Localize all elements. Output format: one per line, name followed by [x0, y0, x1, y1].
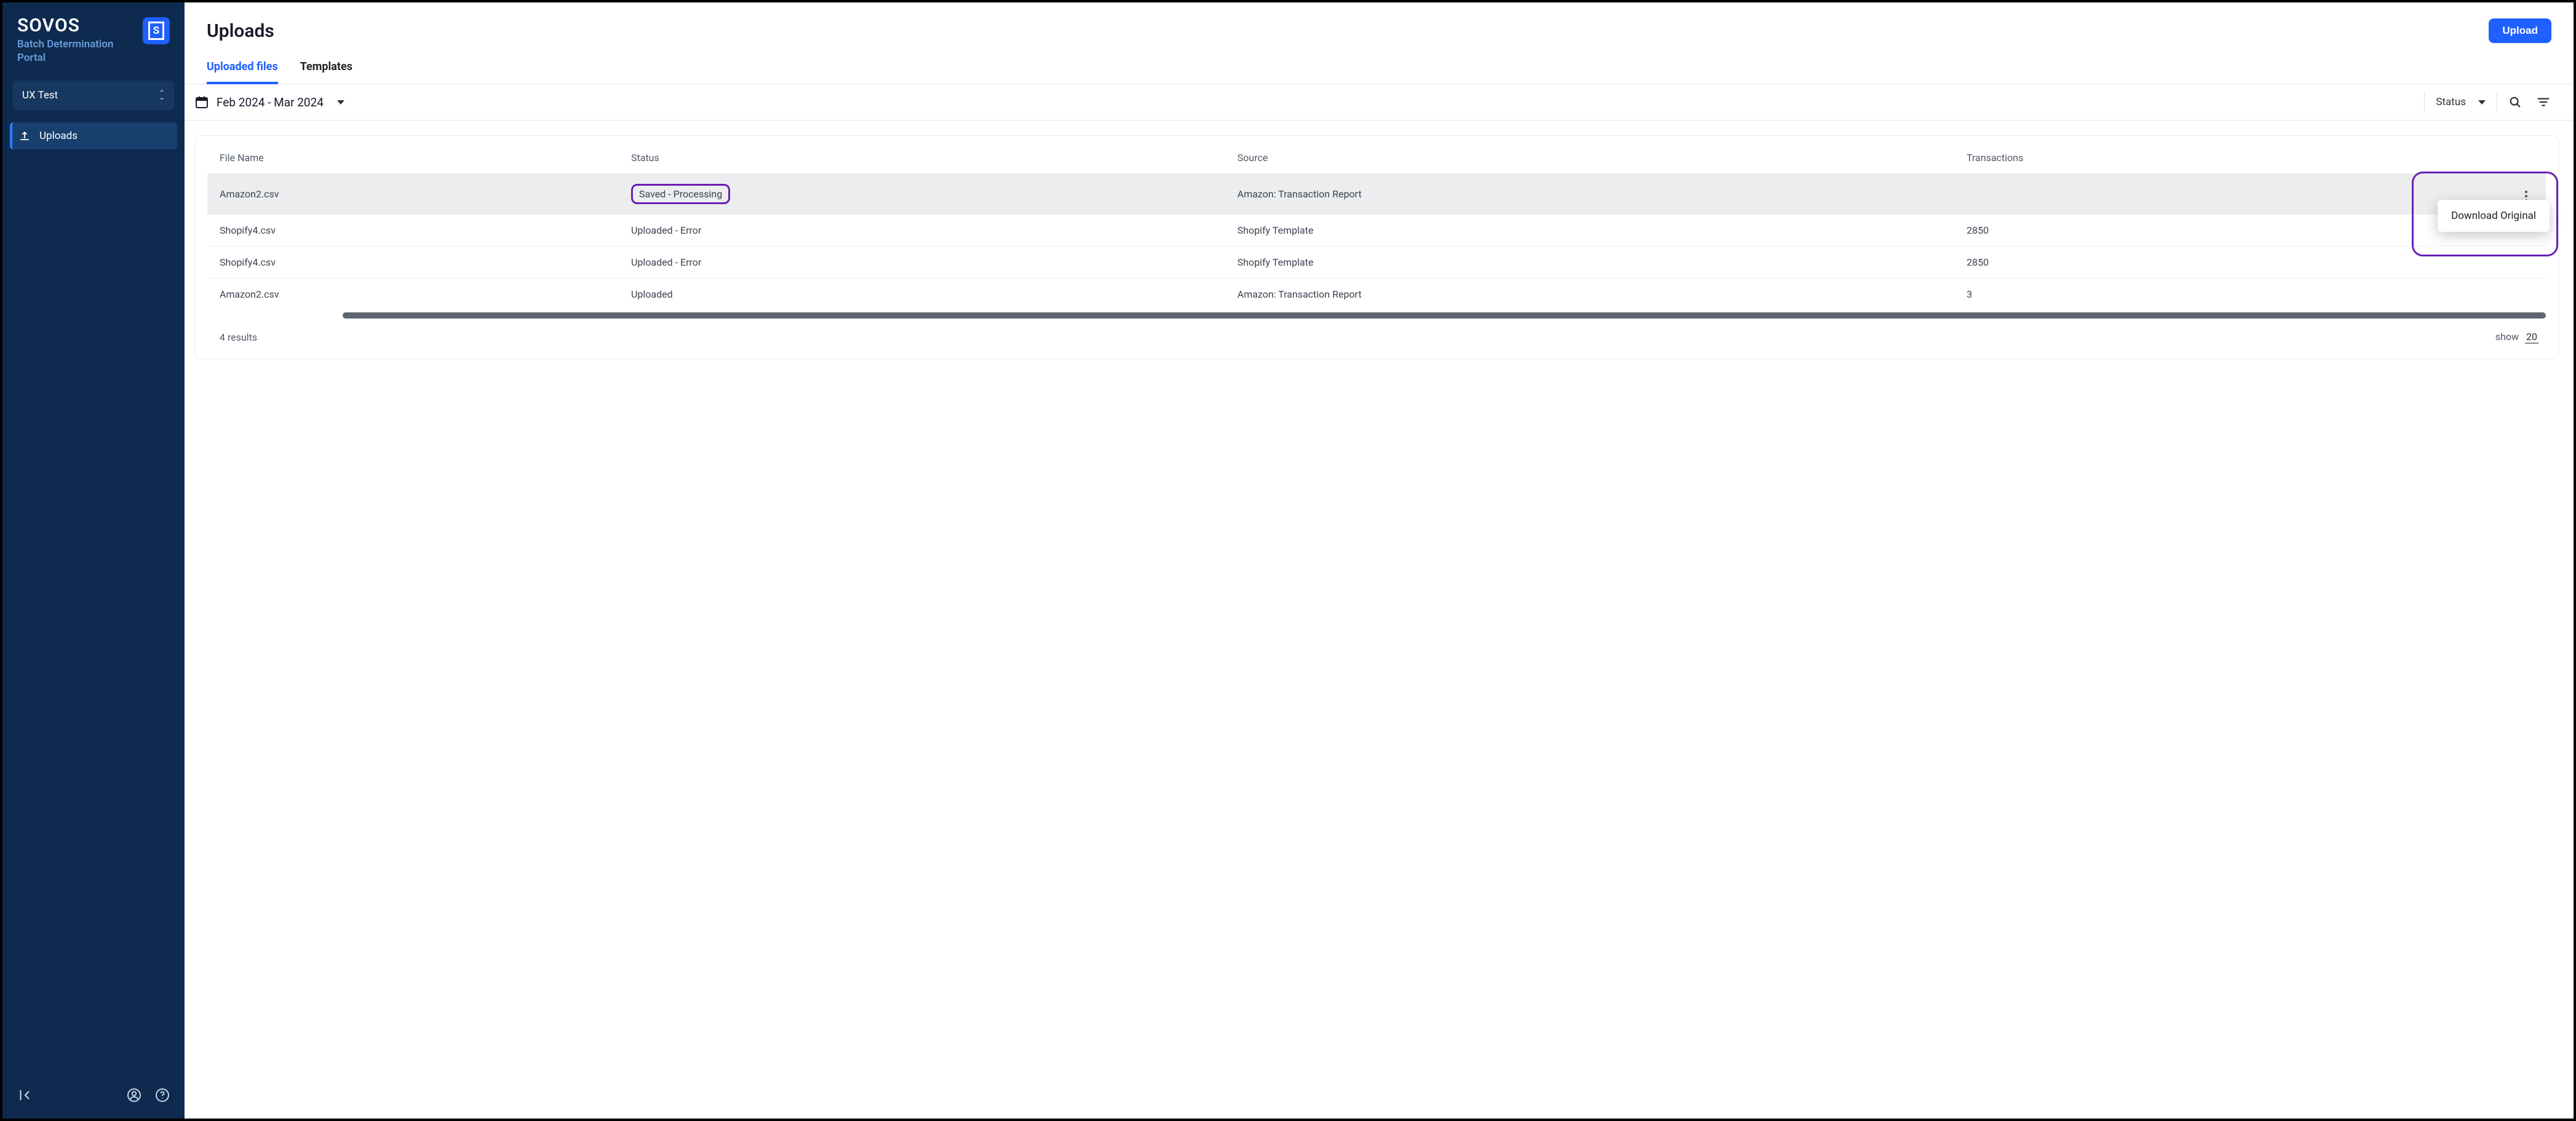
- tab-uploaded-files[interactable]: Uploaded files: [207, 60, 278, 84]
- cell-status: Uploaded - Error: [619, 215, 1225, 247]
- cell-tx: 2850: [1954, 215, 2353, 247]
- sidebar-item-uploads[interactable]: Uploads: [10, 122, 177, 149]
- row-menu-download-original[interactable]: Download Original: [2438, 200, 2550, 232]
- table-row[interactable]: Shopify4.csv Uploaded - Error Shopify Te…: [207, 247, 2546, 279]
- org-selector[interactable]: UX Test ⌃⌄: [12, 81, 175, 110]
- cell-source: Amazon: Transaction Report: [1225, 279, 1955, 311]
- toolbar: Feb 2024 - Mar 2024 Status: [185, 84, 2574, 121]
- col-status[interactable]: Status: [619, 142, 1225, 174]
- upload-button[interactable]: Upload: [2489, 18, 2551, 43]
- main: Uploads Upload Uploaded files Templates …: [185, 2, 2574, 1119]
- toolbar-right: Status: [2424, 92, 2561, 113]
- org-selector-label: UX Test: [22, 89, 58, 101]
- sidebar-footer: [2, 1075, 185, 1119]
- table-footer: 4 results show 20: [207, 326, 2546, 344]
- sidebar: SOVOS Batch Determination Portal S UX Te…: [2, 2, 185, 1119]
- scroll-thumb[interactable]: [343, 312, 2546, 319]
- cell-tx: [1954, 174, 2353, 215]
- cell-file: Amazon2.csv: [207, 279, 619, 311]
- results-count: 4 results: [220, 331, 257, 343]
- cell-status: Saved - Processing: [631, 184, 730, 204]
- tabs: Uploaded files Templates: [185, 43, 2574, 84]
- help-button[interactable]: [150, 1083, 175, 1107]
- page-size-control[interactable]: show 20: [2495, 331, 2538, 344]
- main-header: Uploads Upload: [185, 2, 2574, 43]
- cell-file: Amazon2.csv: [207, 174, 619, 215]
- brand-icon[interactable]: S: [143, 17, 170, 44]
- col-file-name[interactable]: File Name: [207, 142, 619, 174]
- chevron-down-icon: [2478, 100, 2486, 105]
- show-value[interactable]: 20: [2525, 331, 2538, 344]
- uploads-table: File Name Status Source Transactions Ama…: [207, 142, 2546, 310]
- chevron-updown-icon: ⌃⌄: [159, 91, 165, 100]
- collapse-sidebar-button[interactable]: [12, 1083, 37, 1107]
- table-row[interactable]: Amazon2.csv Uploaded Amazon: Transaction…: [207, 279, 2546, 311]
- col-actions: [2353, 142, 2546, 174]
- account-button[interactable]: [122, 1083, 146, 1107]
- logo-block: SOVOS Batch Determination Portal: [17, 15, 137, 65]
- brand-icon-letter: S: [148, 22, 164, 40]
- tab-templates[interactable]: Templates: [300, 60, 352, 84]
- search-button[interactable]: [2497, 92, 2533, 113]
- table-row[interactable]: Amazon2.csv Saved - Processing Amazon: T…: [207, 174, 2546, 215]
- show-label: show: [2495, 331, 2519, 343]
- col-source[interactable]: Source: [1225, 142, 1955, 174]
- brand-subtitle: Batch Determination Portal: [17, 38, 137, 65]
- filter-button[interactable]: [2533, 92, 2561, 113]
- cell-file: Shopify4.csv: [207, 247, 619, 279]
- cell-tx: 2850: [1954, 247, 2353, 279]
- cell-tx: 3: [1954, 279, 2353, 311]
- col-transactions[interactable]: Transactions: [1954, 142, 2353, 174]
- cell-status: Uploaded - Error: [619, 247, 1225, 279]
- uploads-table-card: File Name Status Source Transactions Ama…: [194, 135, 2559, 359]
- date-range-text: Feb 2024 - Mar 2024: [217, 95, 324, 109]
- status-filter[interactable]: Status: [2424, 92, 2497, 113]
- cell-source: Shopify Template: [1225, 247, 1955, 279]
- date-range-picker[interactable]: Feb 2024 - Mar 2024: [194, 95, 344, 109]
- horizontal-scrollbar[interactable]: [343, 312, 2546, 319]
- table-row[interactable]: Shopify4.csv Uploaded - Error Shopify Te…: [207, 215, 2546, 247]
- cell-source: Shopify Template: [1225, 215, 1955, 247]
- cell-status: Uploaded: [619, 279, 1225, 311]
- cell-file: Shopify4.csv: [207, 215, 619, 247]
- chevron-down-icon: [337, 100, 344, 105]
- brand-name: SOVOS: [17, 15, 137, 36]
- sidebar-header: SOVOS Batch Determination Portal S: [2, 2, 185, 72]
- upload-icon: [18, 130, 31, 141]
- status-filter-label: Status: [2436, 96, 2466, 108]
- cell-source: Amazon: Transaction Report: [1225, 174, 1955, 215]
- sidebar-item-label: Uploads: [39, 130, 78, 142]
- page-title: Uploads: [207, 20, 274, 42]
- calendar-icon: [194, 95, 209, 109]
